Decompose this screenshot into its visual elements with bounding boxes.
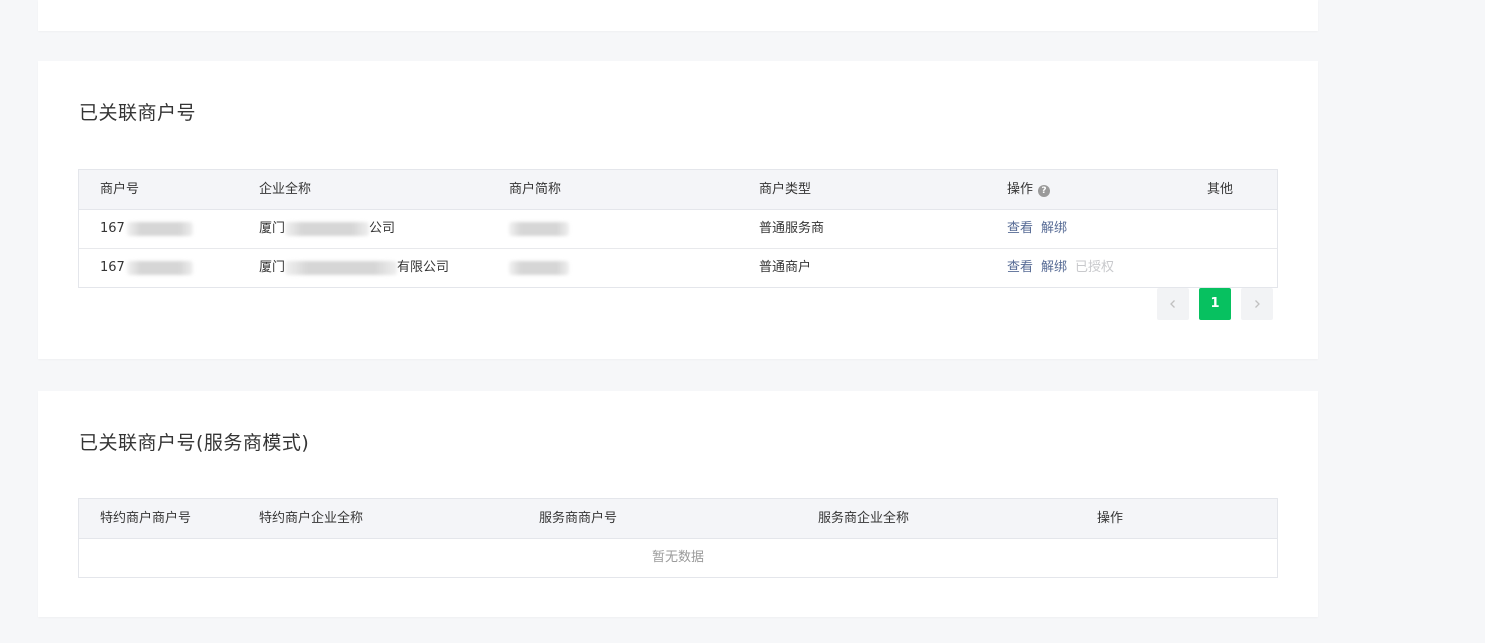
company-name-prefix: 厦门 [259,260,286,275]
company-name-suffix: 有限公司 [397,260,450,275]
linked-merchants-table: 商户号 企业全称 商户简称 商户类型 操作? 其他 167 厦门 公司 普通服务商… [78,169,1278,288]
merchant-type: 普通商户 [759,260,812,275]
merchant-id: 167 [100,221,125,236]
view-link[interactable]: 查看 [1007,221,1033,236]
chevron-left-icon[interactable] [1157,288,1189,320]
merchant-type: 普通服务商 [759,221,825,236]
column-header-other: 其他 [1207,182,1234,197]
column-header-company-name: 企业全称 [259,182,312,197]
page-button-current[interactable]: 1 [1199,288,1231,320]
view-link[interactable]: 查看 [1007,260,1033,275]
redacted-mask [509,221,569,236]
actions-cell: 查看 解绑 已授权 [1007,249,1122,287]
company-name-cell: 厦门 有限公司 [259,249,449,287]
pagination: 1 [1157,288,1277,320]
linked-merchants-card: 已关联商户号 商户号 企业全称 商户简称 商户类型 操作? 其他 167 厦门 公… [38,61,1318,359]
merchant-id-cell: 167 [100,210,193,248]
column-header-actions-label: 操作 [1007,182,1034,197]
column-header-provider-name: 服务商企业全称 [818,511,910,526]
top-card [38,0,1318,31]
column-header-sub-merchant-name: 特约商户企业全称 [259,511,364,526]
table-row: 167 厦门 公司 普通服务商 查看 解绑 [79,210,1277,249]
redacted-mask [509,260,569,275]
company-name-suffix: 公司 [369,221,396,236]
table-header: 特约商户商户号 特约商户企业全称 服务商商户号 服务商企业全称 操作 [79,499,1277,539]
company-name-prefix: 厦门 [259,221,286,236]
column-header-provider-merchant-id: 服务商商户号 [539,511,618,526]
unbind-link[interactable]: 解绑 [1041,221,1067,236]
authorized-link: 已授权 [1075,260,1115,275]
merchant-id-cell: 167 [100,249,193,287]
question-circle-icon[interactable]: ? [1038,185,1051,197]
short-name-cell [509,249,569,287]
empty-state: 暂无数据 [651,550,704,565]
column-header-actions: 操作? [1007,170,1051,209]
short-name-cell [509,210,569,248]
column-header-sub-merchant-id: 特约商户商户号 [100,511,192,526]
redacted-mask [126,221,193,236]
unbind-link[interactable]: 解绑 [1041,260,1067,275]
column-header-merchant-id: 商户号 [100,182,140,197]
table-header: 商户号 企业全称 商户简称 商户类型 操作? 其他 [79,170,1277,210]
redacted-mask [285,260,398,275]
service-provider-table: 特约商户商户号 特约商户企业全称 服务商商户号 服务商企业全称 操作 暂无数据 [78,498,1278,578]
redacted-mask [285,221,370,236]
column-header-actions: 操作 [1097,511,1124,526]
column-header-merchant-type: 商户类型 [759,182,812,197]
table-row: 167 厦门 有限公司 普通商户 查看 解绑 已授权 [79,249,1277,287]
merchant-id: 167 [100,260,125,275]
company-name-cell: 厦门 公司 [259,210,395,248]
actions-cell: 查看 解绑 [1007,210,1075,248]
service-provider-mode-card: 已关联商户号(服务商模式) 特约商户商户号 特约商户企业全称 服务商商户号 服务… [38,391,1318,617]
chevron-right-icon[interactable] [1241,288,1273,320]
redacted-mask [126,260,193,275]
column-header-short-name: 商户简称 [509,182,562,197]
section-title: 已关联商户号(服务商模式) [79,432,310,454]
section-title: 已关联商户号 [79,102,197,124]
